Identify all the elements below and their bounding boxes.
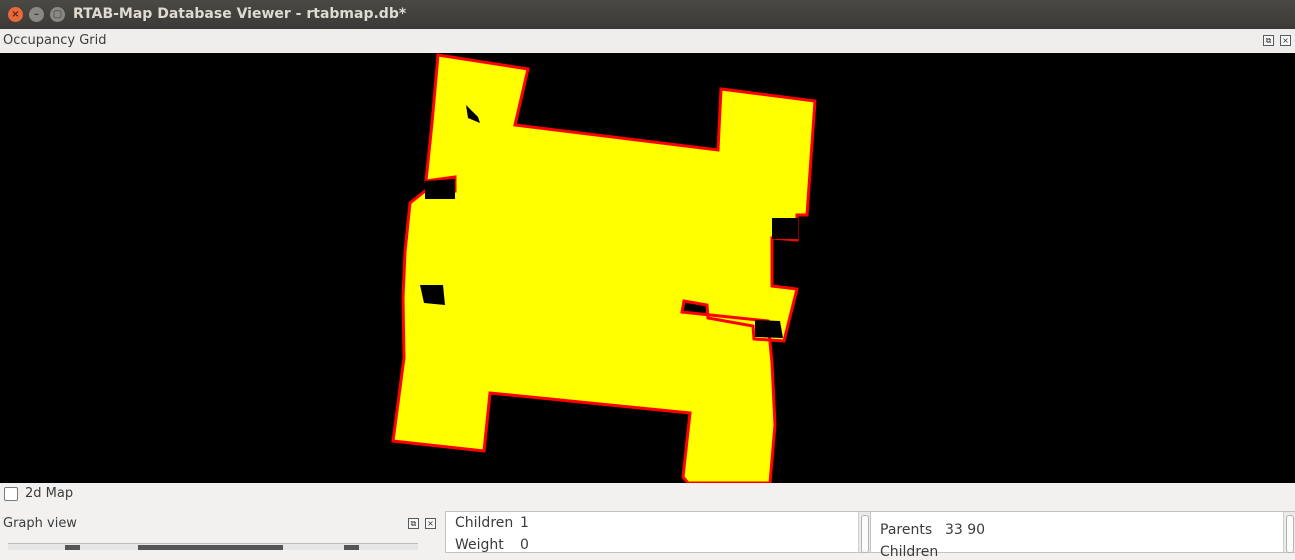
scrollbar-thumb[interactable] <box>1286 515 1294 553</box>
graph-view-title: Graph view <box>3 516 77 531</box>
children-label-right: Children <box>880 544 939 560</box>
occupancy-grid-dock-header: Occupancy Grid ⧉ × <box>0 29 1295 53</box>
maximize-icon: ▢ <box>52 8 63 20</box>
occupancy-map-image <box>0 53 1295 483</box>
map-options-row: 2d Map <box>0 483 1295 509</box>
minimize-icon: – <box>34 8 39 20</box>
node-info-panel[interactable]: Children 1 Weight 0 <box>445 511 871 553</box>
parents-value: 33 90 <box>945 522 986 538</box>
float-icon: ⧉ <box>1265 36 1272 45</box>
map-2d-checkbox[interactable] <box>4 487 18 501</box>
scrollbar-thumb[interactable] <box>861 515 869 553</box>
dock-float-button[interactable]: ⧉ <box>1263 35 1274 46</box>
node-info-right-scrollbar[interactable] <box>1283 512 1295 553</box>
dock-close-button[interactable]: × <box>1280 35 1291 46</box>
close-icon: × <box>427 519 434 528</box>
map-hole <box>425 179 455 199</box>
graph-view-dock-header: Graph view ⧉ × <box>0 512 440 536</box>
window-title: RTAB-Map Database Viewer - rtabmap.db* <box>73 6 407 22</box>
graph-dock-float-button[interactable]: ⧉ <box>408 518 419 529</box>
close-icon: × <box>11 8 20 20</box>
window-close-button[interactable]: × <box>8 7 23 22</box>
children-value: 1 <box>520 515 529 531</box>
window-maximize-button[interactable]: ▢ <box>50 7 65 22</box>
node-info-scrollbar[interactable] <box>858 512 870 553</box>
graph-view-canvas[interactable] <box>8 543 418 550</box>
close-icon: × <box>1282 36 1289 45</box>
map-2d-label[interactable]: 2d Map <box>25 486 73 501</box>
graph-dock-close-button[interactable]: × <box>425 518 436 529</box>
map-hole <box>772 218 798 239</box>
children-label: Children <box>455 515 514 531</box>
parents-label: Parents <box>880 522 933 538</box>
window-title-bar: × – ▢ RTAB-Map Database Viewer - rtabmap… <box>0 0 1295 29</box>
float-icon: ⧉ <box>410 519 417 528</box>
weight-value: 0 <box>520 537 529 553</box>
occupancy-grid-view[interactable] <box>0 53 1295 483</box>
window-minimize-button[interactable]: – <box>29 7 44 22</box>
occupancy-grid-title: Occupancy Grid <box>3 33 107 48</box>
map-hole <box>755 320 783 338</box>
node-info-panel-right[interactable]: Parents 33 90 Children <box>870 511 1295 560</box>
weight-label: Weight <box>455 537 504 553</box>
